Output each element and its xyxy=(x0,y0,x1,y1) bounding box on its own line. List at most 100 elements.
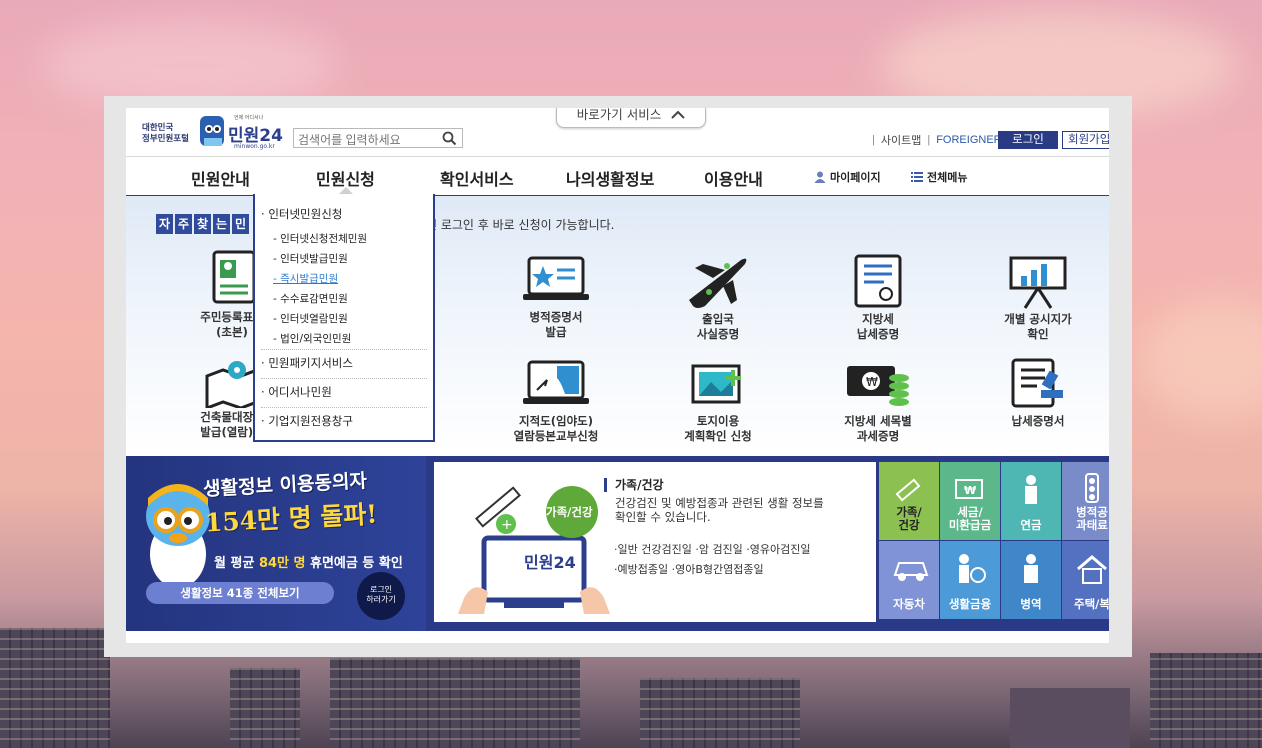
join-button[interactable]: 회원가입 xyxy=(1062,131,1109,149)
logo-character-icon xyxy=(200,116,224,146)
logo-tagline: 언제 어디서나 xyxy=(234,115,264,121)
service-label: 지방세 세목별 과세증명 xyxy=(844,414,912,443)
dropdown-group-package[interactable]: · 민원패키지서비스 xyxy=(261,355,353,371)
dropdown-item-corporate[interactable]: - 법인/외국인민원 xyxy=(273,331,351,346)
syringe-icon xyxy=(895,478,921,502)
tile-car[interactable]: 자동차 xyxy=(879,541,939,619)
dropdown-group-anywhere[interactable]: · 어디서나민원 xyxy=(261,384,332,400)
laptop-syringe-icon: + 민원24 xyxy=(458,486,610,614)
dropdown-item-instant[interactable]: - 즉시발급민원 xyxy=(273,271,338,286)
photo-plus-icon xyxy=(691,364,741,404)
certificate-icon xyxy=(854,254,902,308)
separator: | xyxy=(927,134,931,146)
money-coins-icon: ₩ xyxy=(847,366,909,406)
tile-military-fine[interactable]: 병적공 과태료 xyxy=(1062,462,1109,540)
dropdown-item-view[interactable]: - 인터넷열람민원 xyxy=(273,311,348,326)
title-char: 민 xyxy=(232,214,249,234)
service-land-price[interactable]: 개별 공시지가 확인 xyxy=(968,252,1108,342)
all-menu-link[interactable]: 전체메뉴 xyxy=(911,169,967,185)
title-char: 주 xyxy=(175,214,192,234)
foreigner-link[interactable]: FOREIGNER xyxy=(936,134,1001,146)
card-title: 가족/건강 xyxy=(604,478,664,492)
laptop-map-icon xyxy=(523,360,589,404)
banner-login-button[interactable]: 로그인 하러가기 xyxy=(357,572,405,620)
search-icon[interactable] xyxy=(442,131,457,150)
nav-minwon-guide[interactable]: 민원안내 xyxy=(191,166,250,190)
dropdown-item-issue[interactable]: - 인터넷발급민원 xyxy=(273,251,348,266)
mypage-label: 마이페이지 xyxy=(830,171,881,184)
top-links: | 사이트맵 | FOREIGNER xyxy=(872,132,1002,148)
dropdown-divider xyxy=(261,349,427,350)
elderly-icon xyxy=(1025,475,1037,504)
mypage-link[interactable]: 마이페이지 xyxy=(814,169,881,185)
car-icon xyxy=(893,562,929,581)
service-label: 지방세 납세증명 xyxy=(856,312,900,341)
separator: | xyxy=(872,134,875,146)
view-all-life-info-button[interactable]: 생활정보 41종 전체보기 xyxy=(146,582,334,604)
airplane-icon xyxy=(689,258,747,308)
dropdown-divider xyxy=(261,407,427,408)
tile-family-health[interactable]: 가족/건강 xyxy=(879,462,939,540)
soldier-icon xyxy=(1024,554,1038,583)
svg-text:₩: ₩ xyxy=(866,375,878,389)
logo-url: minwon.go.kr xyxy=(234,143,275,150)
banner-promo[interactable]: 생활정보 이용동의자 154만 명 돌파! 월 평균 84만 명 휴면예금 등 … xyxy=(126,456,426,631)
banner-subtext: 월 평균 84만 명 휴면예금 등 확인 xyxy=(214,556,403,571)
portal-label-line1: 대한민국 xyxy=(142,122,174,132)
svg-text:₩: ₩ xyxy=(964,484,976,497)
dropdown-group-internet-apply[interactable]: · 인터넷민원신청 xyxy=(261,206,342,222)
dropdown-group-business[interactable]: · 기업지원전용창구 xyxy=(261,413,353,429)
nav-verify-service[interactable]: 확인서비스 xyxy=(440,166,514,190)
service-military-certificate[interactable]: 병적증명서 발급 xyxy=(486,252,626,340)
title-char: 찾 xyxy=(194,214,211,234)
search-box xyxy=(293,128,463,150)
person-icon xyxy=(814,171,826,183)
tile-military-service[interactable]: 병역 xyxy=(1001,541,1061,619)
login-button[interactable]: 로그인 xyxy=(998,131,1058,149)
search-input[interactable] xyxy=(294,131,442,149)
document-stamp-icon xyxy=(1011,358,1063,408)
active-menu-indicator xyxy=(339,187,353,194)
chevron-up-icon xyxy=(671,110,685,119)
service-tax-payment-certificate[interactable]: 납세증명서 xyxy=(968,356,1108,429)
portal-label-line2: 정부민원포털 xyxy=(142,133,189,143)
dropdown-item-fee-exempt[interactable]: - 수수료감면민원 xyxy=(273,291,348,306)
service-label: 개별 공시지가 확인 xyxy=(1004,312,1072,341)
tile-tax-refund[interactable]: ₩ 세금/미환급금 xyxy=(940,462,1000,540)
life-info-banner: 생활정보 이용동의자 154만 명 돌파! 월 평균 84만 명 휴면예금 등 … xyxy=(126,456,1109,631)
life-info-tiles: 가족/건강 ₩ 세금/미환급금 연금 병적공 과태료 자동차 생활금융 병역 주… xyxy=(879,462,1109,626)
service-local-tax-payment[interactable]: 지방세 납세증명 xyxy=(808,252,948,342)
nav-my-life-info[interactable]: 나의생활정보 xyxy=(566,166,654,190)
card-tags: ·일반 건강검진일 ·암 검진일 ·영유아검진일 ·예방접종일 ·영아B형간염접… xyxy=(614,540,811,580)
dropdown-item-all[interactable]: - 인터넷신청전체민원 xyxy=(273,231,367,246)
card-tags-line2[interactable]: ·예방접종일 ·영아B형간염접종일 xyxy=(614,560,811,580)
minwon24-page: 대한민국 정부민원포털 언제 어디서나 민원24 minwon.go.kr 바로… xyxy=(126,108,1109,643)
nav-usage-guide[interactable]: 이용안내 xyxy=(704,166,763,190)
service-label: 출입국 사실증명 xyxy=(696,312,740,341)
portal-label[interactable]: 대한민국 정부민원포털 xyxy=(142,122,189,144)
service-immigration-certificate[interactable]: 출입국 사실증명 xyxy=(648,252,788,342)
tile-life-finance[interactable]: 생활금융 xyxy=(940,541,1000,619)
service-land-use-plan[interactable]: 토지이용 계획확인 신청 xyxy=(648,356,788,444)
service-cadastral-map[interactable]: 지적도(임야도) 열람등본교부신청 xyxy=(486,356,626,444)
house-icon xyxy=(1077,555,1107,584)
service-tax-item-certificate[interactable]: ₩ 지방세 세목별 과세증명 xyxy=(808,356,948,444)
person-coin-icon xyxy=(959,554,986,583)
traffic-light-icon xyxy=(1085,473,1099,503)
tile-housing-welfare[interactable]: 주택/복 xyxy=(1062,541,1109,619)
title-char: 자 xyxy=(156,214,173,234)
tile-pension[interactable]: 연금 xyxy=(1001,462,1061,540)
card-tags-line1[interactable]: ·일반 건강검진일 ·암 검진일 ·영유아검진일 xyxy=(614,540,811,560)
sitemap-link[interactable]: 사이트맵 xyxy=(881,132,921,148)
service-label: 병적증명서 발급 xyxy=(529,310,583,339)
all-menu-label: 전체메뉴 xyxy=(927,171,968,184)
svg-text:+: + xyxy=(501,517,513,533)
shortcut-service-tab[interactable]: 바로가기 서비스 xyxy=(556,108,706,128)
title-char: 는 xyxy=(213,214,230,234)
main-navigation: 민원안내 민원신청 확인서비스 나의생활정보 이용안내 마이페이지 전체메뉴 xyxy=(126,156,1109,198)
laptop-logo-text: 민원24 xyxy=(524,553,576,572)
list-icon xyxy=(911,172,923,182)
minwon24-logo[interactable]: 언제 어디서나 민원24 minwon.go.kr xyxy=(198,114,286,152)
presentation-chart-icon xyxy=(1009,256,1067,309)
minwon-apply-dropdown: · 인터넷민원신청 - 인터넷신청전체민원 - 인터넷발급민원 - 즉시발급민원… xyxy=(253,194,435,442)
